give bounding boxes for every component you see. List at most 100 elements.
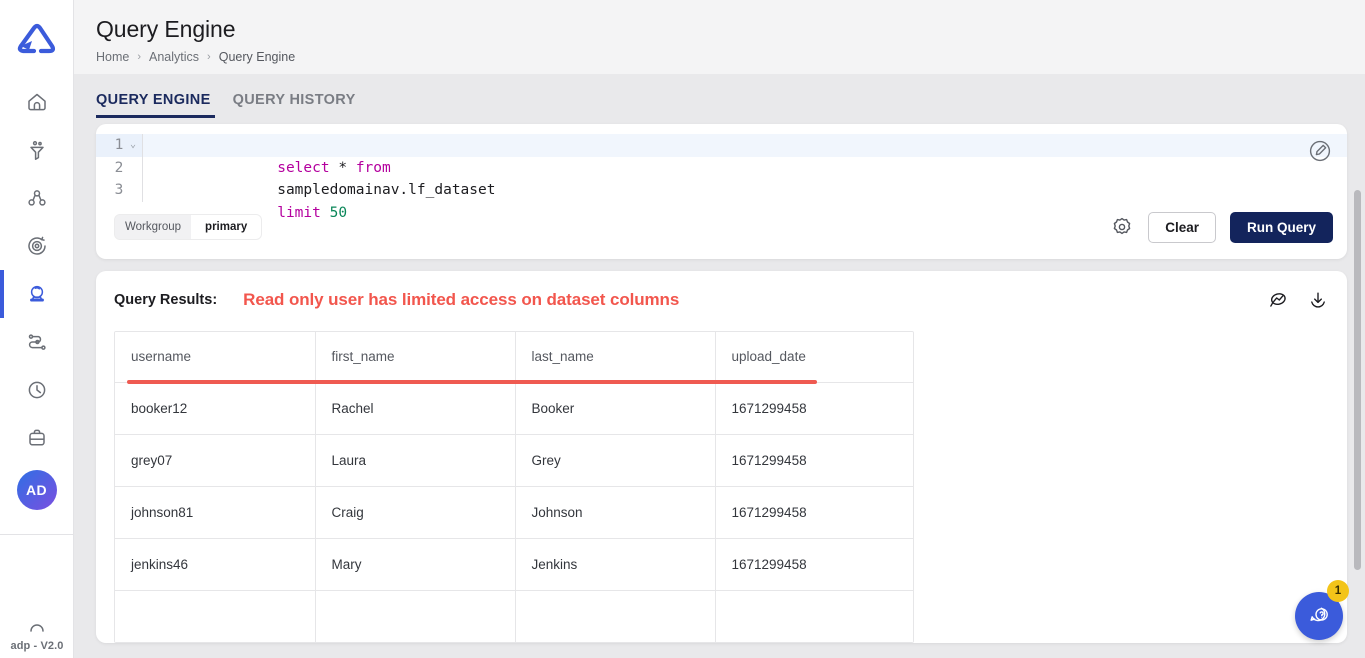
code-line-1: select * from: [143, 134, 1347, 176]
tab-query-engine[interactable]: QUERY ENGINE: [96, 92, 233, 118]
line-number: 2: [114, 159, 124, 176]
edit-query-button[interactable]: [1307, 138, 1333, 164]
cell-username: [115, 590, 316, 643]
cell-username: jenkins46: [115, 538, 316, 591]
cell-last-name: Grey: [515, 434, 716, 487]
results-table-head: username first_name last_name upload_dat…: [115, 332, 913, 383]
chat-question-icon: [1310, 607, 1328, 622]
column-header-username[interactable]: username: [115, 332, 316, 383]
editor-code[interactable]: select * from sampledomainav.lf_dataset …: [142, 134, 1347, 221]
cell-username: johnson81: [115, 486, 316, 539]
app-root: AD adp - V2.0 Query Engine Home › Analyt…: [0, 0, 1365, 658]
chart-explore-icon: [1270, 293, 1286, 307]
gear-circle-icon: [27, 236, 46, 255]
funnel-icon: [29, 141, 44, 160]
cell-last-name: Booker: [515, 382, 716, 435]
collapse-icon[interactable]: [25, 618, 49, 636]
clear-button[interactable]: Clear: [1148, 211, 1216, 243]
column-header-upload-date[interactable]: upload_date: [715, 332, 913, 383]
cell-first-name: [315, 590, 516, 643]
edit-pencil-circle-icon: [1309, 140, 1331, 162]
breadcrumb-item-current: Query Engine: [218, 50, 296, 64]
sidebar-item-history[interactable]: [0, 366, 73, 414]
sidebar-nav: AD: [0, 78, 73, 535]
results-annotation: Read only user has limited access on dat…: [243, 290, 680, 309]
download-results-button[interactable]: [1307, 289, 1329, 311]
workgroup-selector[interactable]: Workgroup primary: [114, 214, 263, 241]
cell-first-name: Craig: [315, 486, 516, 539]
run-query-button[interactable]: Run Query: [1229, 211, 1333, 243]
avatar-initials: AD: [25, 482, 48, 498]
table-row[interactable]: grey07 Laura Grey 1671299458: [115, 434, 913, 487]
sql-keyword: from: [355, 159, 391, 176]
cell-username: booker12: [115, 382, 316, 435]
line-number: 1: [114, 137, 124, 153]
cell-last-name: Jenkins: [515, 538, 716, 591]
cell-upload-date: 1671299458: [715, 486, 913, 539]
table-header-row: username first_name last_name upload_dat…: [115, 332, 913, 383]
app-logo[interactable]: [0, 0, 73, 78]
table-row[interactable]: booker12 Rachel Booker 1671299458: [115, 382, 913, 435]
avatar[interactable]: AD: [16, 470, 57, 510]
tab-bar: QUERY ENGINE QUERY HISTORY: [74, 74, 1365, 118]
main-content: Query Engine Home › Analytics › Query En…: [74, 0, 1365, 658]
sidebar-item-ingest[interactable]: [0, 126, 73, 174]
workgroup-label: Workgroup: [115, 215, 192, 240]
results-title: Query Results:: [114, 292, 218, 308]
adp-logo-icon: [17, 23, 55, 54]
breadcrumb-separator-icon: ›: [207, 51, 211, 63]
app-version: adp - V2.0: [10, 640, 64, 652]
query-editor-card: 1 ⌄ 2 3 select * from sampledomainav.lf_…: [96, 124, 1347, 259]
crystal-ball-icon: [29, 285, 44, 302]
fold-caret-icon[interactable]: ⌄: [130, 134, 136, 157]
sql-keyword: select: [277, 159, 330, 176]
editor-gutter: 1 ⌄ 2 3: [96, 134, 142, 202]
breadcrumb-separator-icon: ›: [137, 51, 142, 63]
sidebar-item-pipelines[interactable]: [0, 318, 73, 366]
sql-identifier: sampledomainav.lf_dataset: [277, 182, 496, 198]
cell-username: grey07: [115, 434, 316, 487]
query-settings-button[interactable]: [1110, 215, 1134, 239]
nodes-icon: [27, 190, 46, 206]
page-header: Query Engine Home › Analytics › Query En…: [74, 0, 1365, 74]
sidebar-divider: [0, 534, 73, 535]
cell-first-name: Mary: [315, 538, 516, 591]
workgroup-value: primary: [191, 215, 262, 240]
scrollbar-thumb[interactable]: [1354, 190, 1361, 570]
cell-upload-date: 1671299458: [715, 538, 913, 591]
query-results-card: Query Results: Read only user has limite…: [96, 271, 1347, 643]
sql-editor[interactable]: 1 ⌄ 2 3 select * from sampledomainav.lf_…: [96, 124, 1347, 221]
sidebar-item-catalog[interactable]: [0, 174, 73, 222]
sidebar-item-home[interactable]: [0, 78, 73, 126]
workflow-icon: [28, 334, 46, 350]
sidebar-item-query-engine[interactable]: [0, 270, 73, 318]
download-icon: [1311, 292, 1325, 308]
tab-query-history[interactable]: QUERY HISTORY: [233, 92, 374, 118]
briefcase-icon: [28, 429, 45, 446]
sql-keyword: limit: [277, 204, 321, 221]
clock-icon: [28, 381, 45, 399]
sidebar-item-settings[interactable]: [0, 222, 73, 270]
sql-operator: *: [338, 159, 348, 176]
sidebar: AD adp - V2.0: [0, 0, 74, 658]
column-header-first-name[interactable]: first_name: [315, 332, 516, 383]
table-row[interactable]: jenkins46 Mary Jenkins 1671299458: [115, 538, 913, 591]
table-row[interactable]: [115, 590, 913, 643]
editor-actions: Clear Run Query: [1110, 211, 1333, 243]
cell-first-name: Rachel: [315, 382, 516, 435]
table-row[interactable]: johnson81 Craig Johnson 1671299458: [115, 486, 913, 539]
line-number: 3: [114, 182, 124, 198]
results-header: Query Results: Read only user has limite…: [114, 289, 1329, 311]
column-header-last-name[interactable]: last_name: [515, 332, 716, 383]
cell-upload-date: [715, 590, 913, 643]
gear-icon: [1113, 218, 1131, 235]
sidebar-footer: adp - V2.0: [0, 618, 74, 658]
visualize-results-button[interactable]: [1267, 289, 1289, 311]
breadcrumb-item-analytics[interactable]: Analytics: [149, 50, 199, 64]
sidebar-item-workspace[interactable]: [0, 414, 73, 462]
chat-unread-badge: 1: [1327, 580, 1349, 602]
results-actions: [1267, 289, 1329, 311]
sql-number: 50: [329, 204, 348, 221]
cell-upload-date: 1671299458: [715, 382, 913, 435]
breadcrumb-item-home[interactable]: Home: [96, 50, 129, 64]
